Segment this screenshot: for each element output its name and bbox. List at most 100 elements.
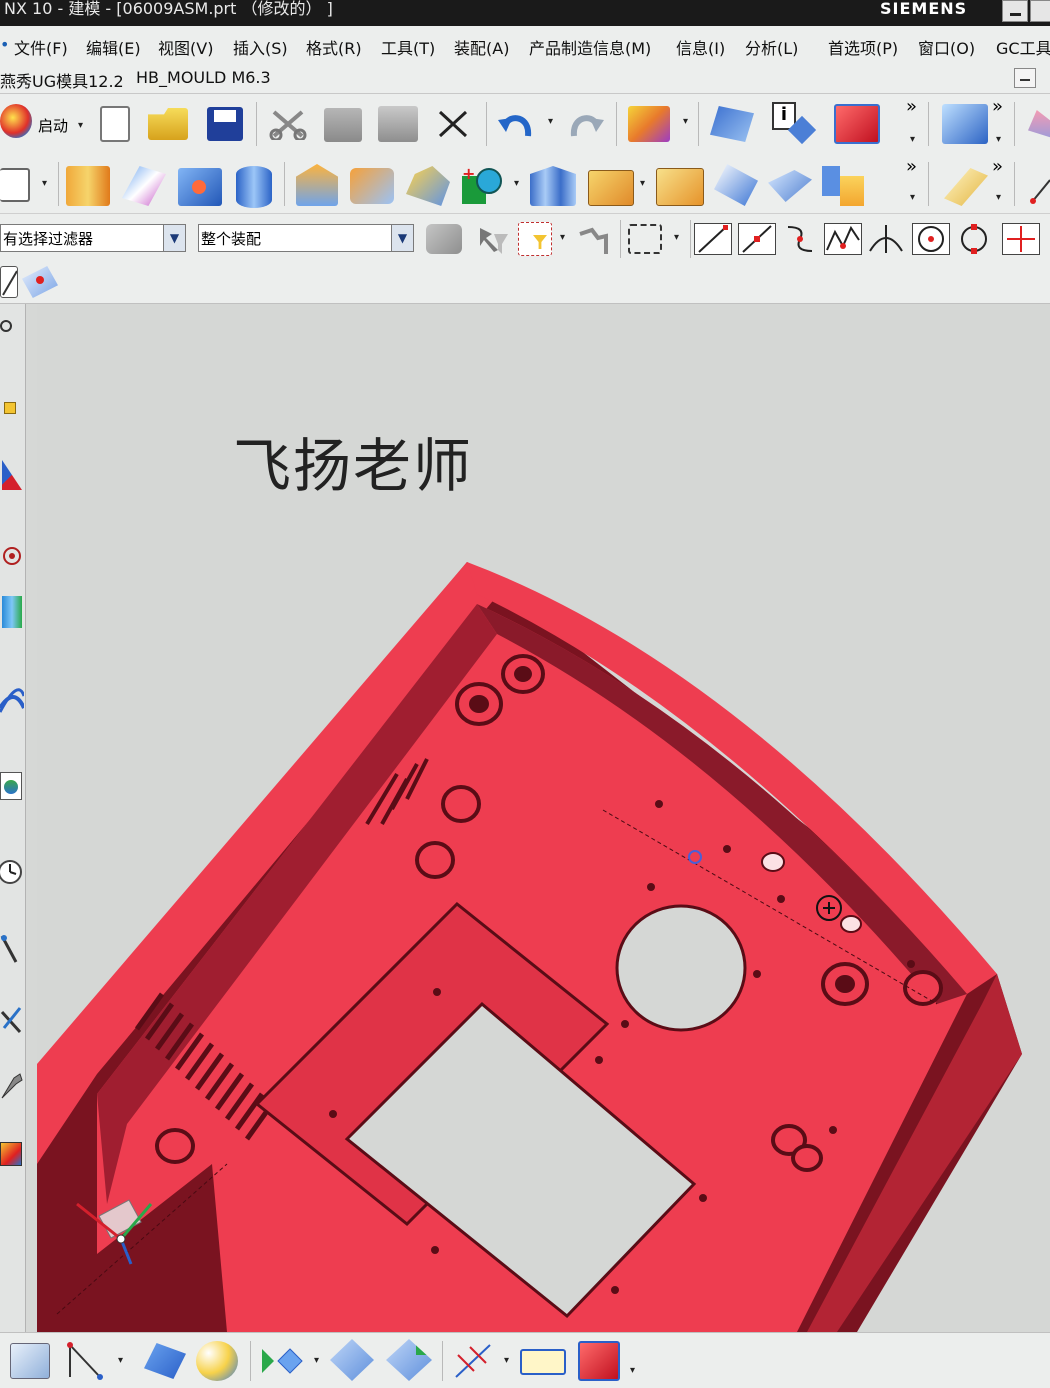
cut-icon[interactable] bbox=[268, 108, 308, 142]
part-navigator-icon[interactable] bbox=[0, 534, 24, 574]
split-body-icon[interactable] bbox=[656, 168, 704, 206]
redo-icon[interactable] bbox=[566, 106, 606, 142]
edit-object-display-icon[interactable] bbox=[196, 1341, 238, 1381]
selection-scope-select[interactable]: 整个装配 ▼ bbox=[198, 224, 414, 252]
measure-distance-icon[interactable] bbox=[452, 1341, 494, 1381]
open-folder-icon[interactable] bbox=[148, 108, 188, 140]
more-analysis-chevron-icon[interactable]: » bbox=[992, 156, 1003, 177]
mirror-body-icon[interactable] bbox=[530, 166, 576, 206]
sketch-dropdown-icon[interactable]: ▾ bbox=[42, 178, 47, 189]
analysis-options-dropdown-icon[interactable]: ▾ bbox=[996, 192, 1001, 203]
snap-control-point-icon[interactable] bbox=[782, 223, 818, 255]
undo-icon[interactable] bbox=[496, 106, 536, 142]
extrude-icon[interactable] bbox=[66, 166, 110, 206]
cylinder-icon[interactable] bbox=[236, 166, 272, 208]
surface-icon[interactable] bbox=[122, 166, 166, 206]
assembly-navigator-icon[interactable] bbox=[0, 388, 24, 428]
information-icon[interactable]: i bbox=[770, 102, 817, 145]
paste-icon[interactable] bbox=[378, 106, 418, 142]
rectangle-select-dropdown-icon[interactable]: ▾ bbox=[674, 232, 679, 243]
manufacturing-wizard-icon[interactable] bbox=[0, 998, 24, 1038]
role-tools-icon[interactable] bbox=[0, 1066, 24, 1106]
offset-face-icon[interactable] bbox=[296, 164, 338, 206]
snap-intersection-icon[interactable] bbox=[868, 223, 904, 255]
resource-settings-icon[interactable] bbox=[0, 308, 24, 348]
save-icon[interactable] bbox=[207, 107, 243, 141]
draft-icon[interactable] bbox=[714, 164, 758, 206]
copy-icon[interactable] bbox=[324, 108, 362, 142]
trim-dropdown-icon[interactable]: ▾ bbox=[640, 178, 645, 189]
snap-curve-point-button[interactable] bbox=[824, 223, 862, 255]
move-object-icon[interactable] bbox=[144, 1343, 186, 1379]
type-filter-select[interactable]: 有选择过滤器 ▼ bbox=[0, 224, 186, 252]
wcs-orient-icon[interactable] bbox=[710, 106, 754, 142]
select-within-box-icon[interactable] bbox=[518, 222, 552, 256]
menu-edit[interactable]: 编辑(E) bbox=[86, 35, 141, 59]
view-options-dropdown-icon[interactable]: ▾ bbox=[996, 134, 1001, 145]
menu-analysis[interactable]: 分析(L) bbox=[745, 35, 798, 59]
hb-mould-plugin-menu[interactable]: HB_MOULD M6.3 bbox=[136, 68, 271, 87]
reuse-library-icon[interactable] bbox=[0, 592, 24, 632]
snap-midpoint-button[interactable] bbox=[738, 223, 776, 255]
web-browser-icon[interactable] bbox=[0, 766, 24, 806]
line-tool-icon[interactable] bbox=[1030, 174, 1050, 204]
constraint-navigator-icon[interactable] bbox=[0, 454, 24, 494]
trim-body-icon[interactable] bbox=[588, 170, 634, 206]
ribbon-minimize-button[interactable] bbox=[1014, 68, 1036, 88]
replace-face-icon[interactable] bbox=[822, 166, 866, 206]
snap-existing-point-button[interactable] bbox=[1002, 223, 1040, 255]
menu-file[interactable]: 文件(F) bbox=[14, 35, 68, 59]
measure-dropdown-icon[interactable]: ▾ bbox=[504, 1355, 509, 1366]
menu-insert[interactable]: 插入(S) bbox=[233, 35, 288, 59]
undo-dropdown-icon[interactable]: ▾ bbox=[548, 116, 553, 127]
graphics-window[interactable]: 飞扬老师 bbox=[37, 304, 1050, 1332]
more-tools-chevron-icon[interactable]: » bbox=[906, 96, 917, 117]
wcs-dropdown-icon[interactable]: ▾ bbox=[118, 1355, 123, 1366]
show-all-icon[interactable] bbox=[260, 1345, 304, 1377]
chevron-down-icon[interactable]: ▼ bbox=[391, 225, 413, 251]
chevron-down-icon[interactable]: ▼ bbox=[163, 225, 185, 251]
start-label[interactable]: 启动 bbox=[38, 115, 68, 136]
assembly-filter-icon[interactable] bbox=[426, 224, 462, 254]
snap-view-icon[interactable] bbox=[22, 266, 58, 298]
select-feature-icon[interactable] bbox=[476, 224, 512, 256]
hide-icon[interactable] bbox=[330, 1339, 374, 1381]
combine-dropdown-icon[interactable]: ▾ bbox=[514, 178, 519, 189]
minimize-button[interactable] bbox=[1002, 0, 1028, 22]
analysis-dropdown-icon[interactable]: ▾ bbox=[630, 1365, 635, 1376]
ug-mold-plugin-menu[interactable]: 燕秀UG模具12.2 bbox=[0, 68, 124, 92]
sketch-line-icon[interactable] bbox=[0, 266, 18, 298]
measure-length-icon[interactable] bbox=[520, 1349, 566, 1375]
new-file-icon[interactable] bbox=[100, 106, 130, 142]
menu-format[interactable]: 格式(R) bbox=[306, 35, 362, 59]
wcs-display-icon[interactable] bbox=[64, 1341, 104, 1381]
more-features-chevron-icon[interactable]: » bbox=[906, 156, 917, 177]
select-chain-icon[interactable] bbox=[576, 224, 612, 256]
measure-tool-icon[interactable] bbox=[944, 168, 988, 206]
show-hide-icon[interactable] bbox=[628, 106, 670, 142]
menu-window[interactable]: 窗口(O) bbox=[918, 35, 975, 59]
start-dropdown-icon[interactable]: ▾ bbox=[78, 120, 83, 131]
view-cube-icon[interactable] bbox=[942, 104, 988, 144]
history-icon[interactable] bbox=[0, 852, 24, 892]
rectangle-select-icon[interactable] bbox=[628, 224, 662, 254]
menu-pmi[interactable]: 产品制造信息(M) bbox=[529, 35, 651, 59]
snap-endpoint-button[interactable] bbox=[694, 223, 732, 255]
pattern-feature-icon[interactable] bbox=[350, 168, 394, 204]
subtract-icon[interactable]: + bbox=[462, 164, 506, 206]
unite-icon[interactable] bbox=[406, 166, 450, 206]
show-dropdown-icon[interactable]: ▾ bbox=[314, 1355, 319, 1366]
process-studio-icon[interactable] bbox=[0, 928, 24, 968]
hd3d-tools-icon[interactable] bbox=[0, 678, 26, 718]
snap-arc-center-button[interactable] bbox=[912, 223, 950, 255]
invert-show-hide-icon[interactable] bbox=[386, 1339, 432, 1381]
menu-preferences[interactable]: 首选项(P) bbox=[828, 35, 898, 59]
menu-assembly[interactable]: 装配(A) bbox=[454, 35, 509, 59]
sketch-icon[interactable] bbox=[0, 168, 30, 202]
more-view-chevron-icon[interactable]: » bbox=[992, 96, 1003, 117]
show-hide-dropdown-icon[interactable]: ▾ bbox=[683, 116, 688, 127]
menu-information[interactable]: 信息(I) bbox=[676, 35, 725, 59]
delete-icon[interactable] bbox=[436, 108, 470, 140]
render-style-icon[interactable] bbox=[834, 104, 880, 144]
menu-gc-tools[interactable]: GC工具 bbox=[996, 35, 1050, 59]
